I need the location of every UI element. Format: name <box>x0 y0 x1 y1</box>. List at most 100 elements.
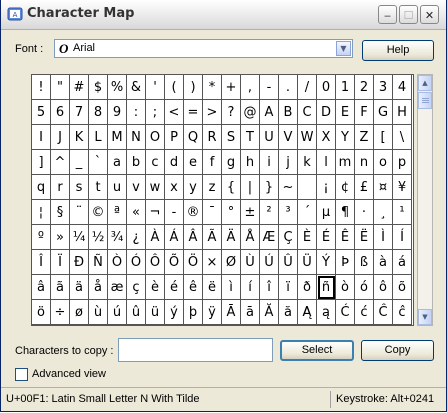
character-cell[interactable]: Q <box>184 125 203 150</box>
character-cell[interactable]: Ý <box>317 250 336 275</box>
character-cell[interactable] <box>298 175 317 200</box>
character-cell[interactable]: û <box>127 300 146 325</box>
character-cell[interactable]: m <box>336 150 355 175</box>
character-cell[interactable]: Ä <box>222 225 241 250</box>
character-cell[interactable]: F <box>355 100 374 125</box>
character-cell[interactable]: µ <box>317 200 336 225</box>
character-cell[interactable]: f <box>203 150 222 175</box>
character-cell[interactable]: 1 <box>336 75 355 100</box>
grid-scrollbar[interactable]: ▲ ▼ <box>417 74 433 326</box>
character-cell[interactable]: p <box>393 150 412 175</box>
character-cell[interactable]: N <box>127 125 146 150</box>
character-cell[interactable]: d <box>165 150 184 175</box>
character-cell[interactable]: ð <box>298 275 317 300</box>
character-cell[interactable]: ^ <box>51 150 70 175</box>
character-cell[interactable]: } <box>260 175 279 200</box>
character-cell[interactable]: i <box>260 150 279 175</box>
character-cell[interactable]: ñ <box>317 275 336 300</box>
character-cell[interactable]: E <box>336 100 355 125</box>
character-cell[interactable]: q <box>32 175 51 200</box>
character-cell[interactable]: Û <box>279 250 298 275</box>
character-cell[interactable]: » <box>51 225 70 250</box>
character-cell[interactable]: y <box>184 175 203 200</box>
character-cell[interactable]: O <box>146 125 165 150</box>
character-cell[interactable]: 5 <box>32 100 51 125</box>
character-cell[interactable]: ¾ <box>108 225 127 250</box>
character-cell[interactable]: ª <box>108 200 127 225</box>
scroll-down-icon[interactable]: ▼ <box>418 309 432 325</box>
character-cell[interactable]: â <box>32 275 51 300</box>
character-cell[interactable]: G <box>374 100 393 125</box>
character-cell[interactable]: à <box>374 250 393 275</box>
character-cell[interactable]: M <box>108 125 127 150</box>
character-cell[interactable]: ` <box>89 150 108 175</box>
character-cell[interactable]: Ï <box>51 250 70 275</box>
character-cell[interactable]: ü <box>146 300 165 325</box>
character-cell[interactable]: L <box>89 125 108 150</box>
character-cell[interactable]: × <box>203 250 222 275</box>
character-cell[interactable]: ù <box>89 300 108 325</box>
character-cell[interactable]: È <box>298 225 317 250</box>
character-cell[interactable]: Y <box>336 125 355 150</box>
character-cell[interactable]: À <box>146 225 165 250</box>
character-cell[interactable]: B <box>279 100 298 125</box>
character-cell[interactable]: ° <box>222 200 241 225</box>
character-cell[interactable]: D <box>317 100 336 125</box>
character-cell[interactable]: ¯ <box>203 200 222 225</box>
character-cell[interactable]: % <box>108 75 127 100</box>
character-cell[interactable]: H <box>393 100 412 125</box>
character-cell[interactable]: l <box>317 150 336 175</box>
character-cell[interactable]: A <box>260 100 279 125</box>
character-cell[interactable]: Î <box>32 250 51 275</box>
character-cell[interactable]: ć <box>355 300 374 325</box>
character-cell[interactable]: ú <box>108 300 127 325</box>
character-cell[interactable]: Õ <box>165 250 184 275</box>
character-cell[interactable]: í <box>241 275 260 300</box>
character-cell[interactable]: ø <box>70 300 89 325</box>
character-cell[interactable]: Ć <box>336 300 355 325</box>
character-cell[interactable]: a <box>108 150 127 175</box>
character-cell[interactable]: ç <box>127 275 146 300</box>
character-cell[interactable]: J <box>51 125 70 150</box>
character-cell[interactable]: _ <box>70 150 89 175</box>
character-cell[interactable]: ý <box>165 300 184 325</box>
character-cell[interactable]: ă <box>279 300 298 325</box>
character-cell[interactable]: § <box>51 200 70 225</box>
character-cell[interactable]: h <box>241 150 260 175</box>
character-cell[interactable]: , <box>241 75 260 100</box>
character-cell[interactable]: 8 <box>89 100 108 125</box>
character-cell[interactable]: + <box>222 75 241 100</box>
character-cell[interactable]: Ë <box>355 225 374 250</box>
character-cell[interactable]: # <box>70 75 89 100</box>
character-cell[interactable]: t <box>89 175 108 200</box>
character-cell[interactable]: Ü <box>298 250 317 275</box>
character-cell[interactable]: 6 <box>51 100 70 125</box>
character-cell[interactable]: Â <box>184 225 203 250</box>
character-cell[interactable]: n <box>355 150 374 175</box>
character-cell[interactable]: " <box>51 75 70 100</box>
character-cell[interactable]: õ <box>393 275 412 300</box>
character-cell[interactable]: - <box>165 200 184 225</box>
character-cell[interactable]: ÷ <box>51 300 70 325</box>
character-cell[interactable]: 0 <box>317 75 336 100</box>
character-cell[interactable]: < <box>165 100 184 125</box>
character-cell[interactable]: U <box>260 125 279 150</box>
character-cell[interactable]: · <box>355 200 374 225</box>
character-cell[interactable]: å <box>89 275 108 300</box>
character-cell[interactable]: ! <box>32 75 51 100</box>
character-cell[interactable]: { <box>222 175 241 200</box>
character-cell[interactable]: Þ <box>336 250 355 275</box>
character-cell[interactable]: ; <box>146 100 165 125</box>
close-button[interactable]: ✕ <box>420 5 439 24</box>
character-cell[interactable]: ¨ <box>70 200 89 225</box>
character-cell[interactable]: º <box>32 225 51 250</box>
character-cell[interactable]: x <box>165 175 184 200</box>
character-cell[interactable]: ò <box>336 275 355 300</box>
character-cell[interactable]: Æ <box>260 225 279 250</box>
character-cell[interactable]: & <box>127 75 146 100</box>
character-cell[interactable]: Í <box>393 225 412 250</box>
character-cell[interactable]: g <box>222 150 241 175</box>
character-cell[interactable]: « <box>127 200 146 225</box>
character-cell[interactable]: Ò <box>108 250 127 275</box>
characters-to-copy-input[interactable] <box>118 338 273 362</box>
